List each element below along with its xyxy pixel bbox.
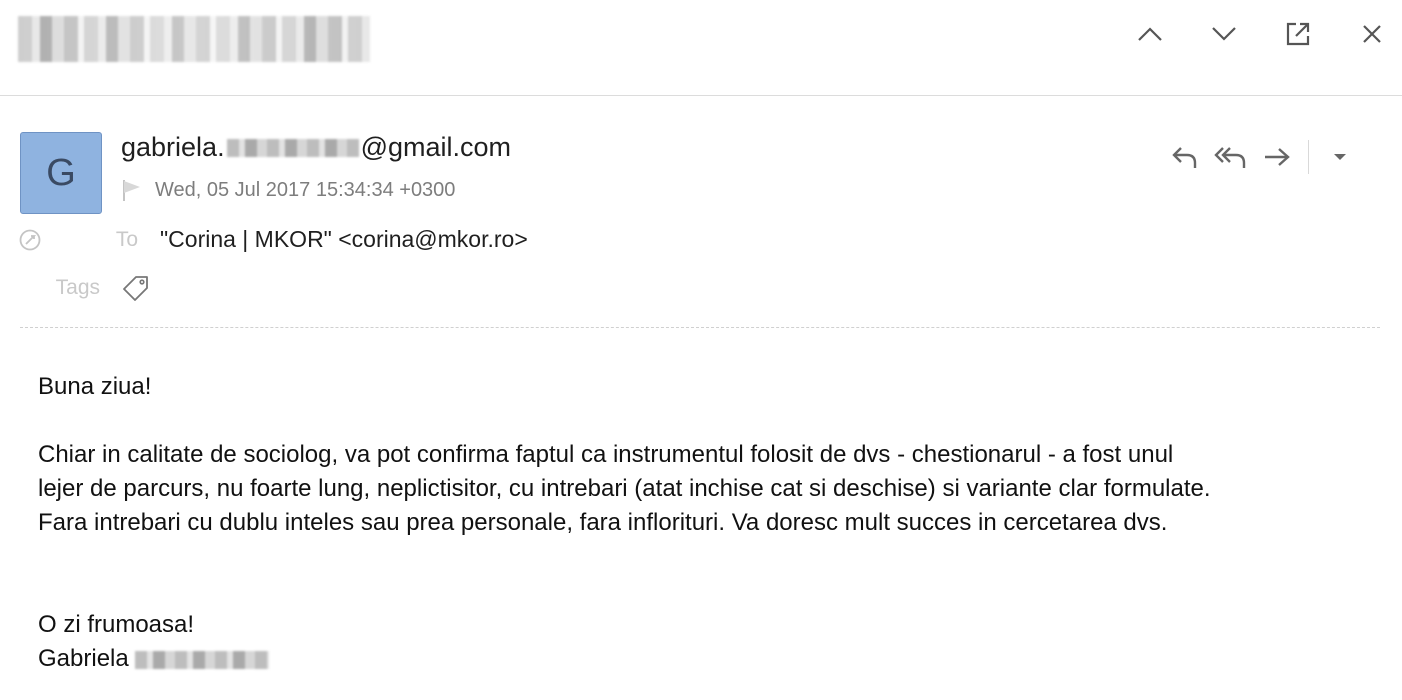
- open-in-new-window-button[interactable]: [1278, 20, 1318, 48]
- to-label: To: [115, 227, 138, 251]
- message-date: Wed, 05 Jul 2017 15:34:34 +0300: [155, 178, 456, 201]
- redacted-surname: [134, 650, 269, 669]
- chevron-up-icon: [1138, 27, 1162, 41]
- header-actions: [1130, 20, 1392, 48]
- tag-icon[interactable]: [122, 275, 150, 301]
- close-message-button[interactable]: [1352, 20, 1392, 48]
- reply-icon: [1172, 147, 1197, 168]
- date-row: Wed, 05 Jul 2017 15:34:34 +0300: [121, 178, 455, 202]
- sender-prefix: gabriela.: [121, 132, 225, 162]
- message-header-bar: [0, 0, 1402, 96]
- signature: Gabriela: [38, 642, 1368, 676]
- signature-name: Gabriela: [38, 645, 129, 672]
- closing: O zi frumoasa!: [38, 611, 195, 638]
- tags-label: Tags: [55, 276, 100, 299]
- expand-details-icon[interactable]: [18, 228, 42, 252]
- recipient-row: To "Corina | MKOR" <corina@mkor.ro>: [18, 226, 528, 253]
- message-body: Buna ziua! Chiar in calitate de sociolog…: [38, 370, 1368, 676]
- close-icon: [1363, 25, 1381, 43]
- more-dropdown-icon: [1334, 154, 1346, 160]
- reply-all-icon: [1214, 147, 1246, 168]
- sender-avatar: G: [20, 132, 102, 214]
- previous-message-button[interactable]: [1130, 20, 1170, 48]
- reply-all-button[interactable]: [1212, 141, 1250, 173]
- chevron-down-icon: [1212, 27, 1236, 41]
- open-external-icon: [1286, 22, 1310, 46]
- recipient-address[interactable]: "Corina | MKOR" <corina@mkor.ro>: [160, 226, 528, 253]
- header-divider: [20, 327, 1380, 328]
- message-actions: [1166, 140, 1359, 174]
- avatar-initial: G: [46, 151, 76, 194]
- redacted-subject: [18, 16, 370, 62]
- sender-address[interactable]: gabriela. @gmail.com: [121, 132, 511, 163]
- forward-button[interactable]: [1258, 141, 1296, 173]
- body-line-3: Fara intrebari cu dublu inteles sau prea…: [38, 509, 1168, 536]
- forward-icon: [1265, 148, 1290, 166]
- flag-icon[interactable]: [121, 178, 143, 202]
- sender-suffix: @gmail.com: [360, 132, 512, 162]
- redacted-email-part: [226, 138, 359, 157]
- body-line-1: Chiar in calitate de sociolog, va pot co…: [38, 441, 1174, 468]
- greeting: Buna ziua!: [38, 373, 152, 400]
- body-line-2: lejer de parcurs, nu foarte lung, neplic…: [38, 475, 1211, 502]
- reply-button[interactable]: [1166, 141, 1204, 173]
- more-actions-button[interactable]: [1321, 141, 1359, 173]
- action-separator: [1308, 140, 1309, 174]
- tags-row: Tags: [18, 275, 150, 301]
- next-message-button[interactable]: [1204, 20, 1244, 48]
